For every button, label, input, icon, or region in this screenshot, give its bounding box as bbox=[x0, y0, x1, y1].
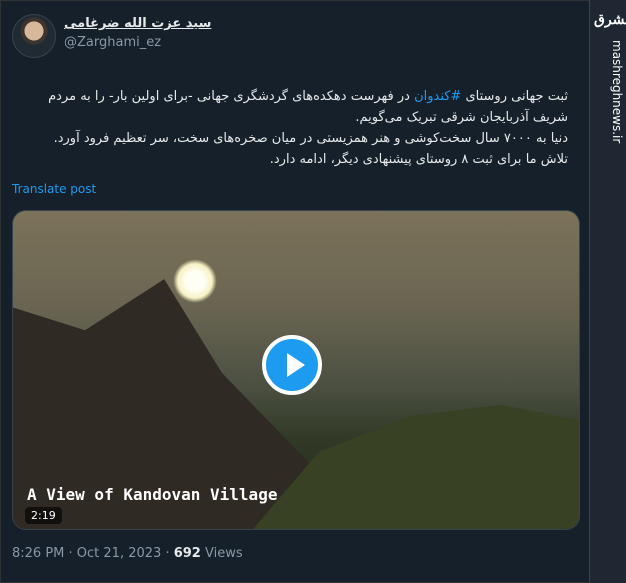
tweet-line-1: ثبت جهانی روستای #کندوان در فهرست دهکده‌… bbox=[12, 86, 568, 107]
views-label: Views bbox=[204, 546, 243, 561]
video-player[interactable]: A View of Kandovan Village 2:19 bbox=[12, 210, 580, 530]
tweet-footer: 8:26 PM · Oct 21, 2023 · 692 Views bbox=[12, 546, 243, 561]
dot-separator: · bbox=[68, 546, 77, 561]
views-count: 692 bbox=[173, 546, 201, 561]
author-handle[interactable]: @Zarghami_ez bbox=[64, 35, 161, 50]
author-name[interactable]: سید عزت الله ضرغامی bbox=[64, 16, 211, 31]
dot-separator: · bbox=[165, 546, 174, 561]
play-button[interactable] bbox=[262, 335, 322, 395]
sun-glare bbox=[173, 259, 217, 303]
mashregh-logo: مشرق bbox=[594, 12, 626, 28]
tweet-line-2: شریف آذربایجان شرقی تبریک می‌گویم. bbox=[355, 110, 568, 125]
video-duration: 2:19 bbox=[25, 507, 62, 524]
watermark-url: mashreghnews.ir bbox=[610, 40, 624, 144]
tweet-text: ثبت جهانی روستای #کندوان در فهرست دهکده‌… bbox=[12, 86, 568, 170]
tweet-line-1-start: ثبت جهانی روستای bbox=[461, 89, 568, 104]
watermark-strip: مشرق mashreghnews.ir bbox=[589, 0, 626, 583]
play-icon bbox=[287, 353, 305, 377]
avatar[interactable] bbox=[12, 14, 56, 58]
tweet-line-3: دنیا به ۷۰۰۰ سال سخت‌کوشی و هنر همزیستی … bbox=[53, 131, 568, 146]
tweet-line-1-end: در فهرست دهکده‌های گردشگری جهانی -برای ا… bbox=[48, 89, 415, 104]
tweet-line-4: تلاش ما برای ثبت ۸ روستای پیشنهادی دیگر،… bbox=[269, 152, 568, 167]
post-time[interactable]: 8:26 PM bbox=[12, 546, 64, 561]
translate-post-link[interactable]: Translate post bbox=[12, 182, 96, 196]
hashtag-link[interactable]: #کندوان bbox=[414, 89, 461, 104]
post-date[interactable]: Oct 21, 2023 bbox=[77, 546, 162, 561]
video-caption: A View of Kandovan Village bbox=[27, 485, 278, 504]
